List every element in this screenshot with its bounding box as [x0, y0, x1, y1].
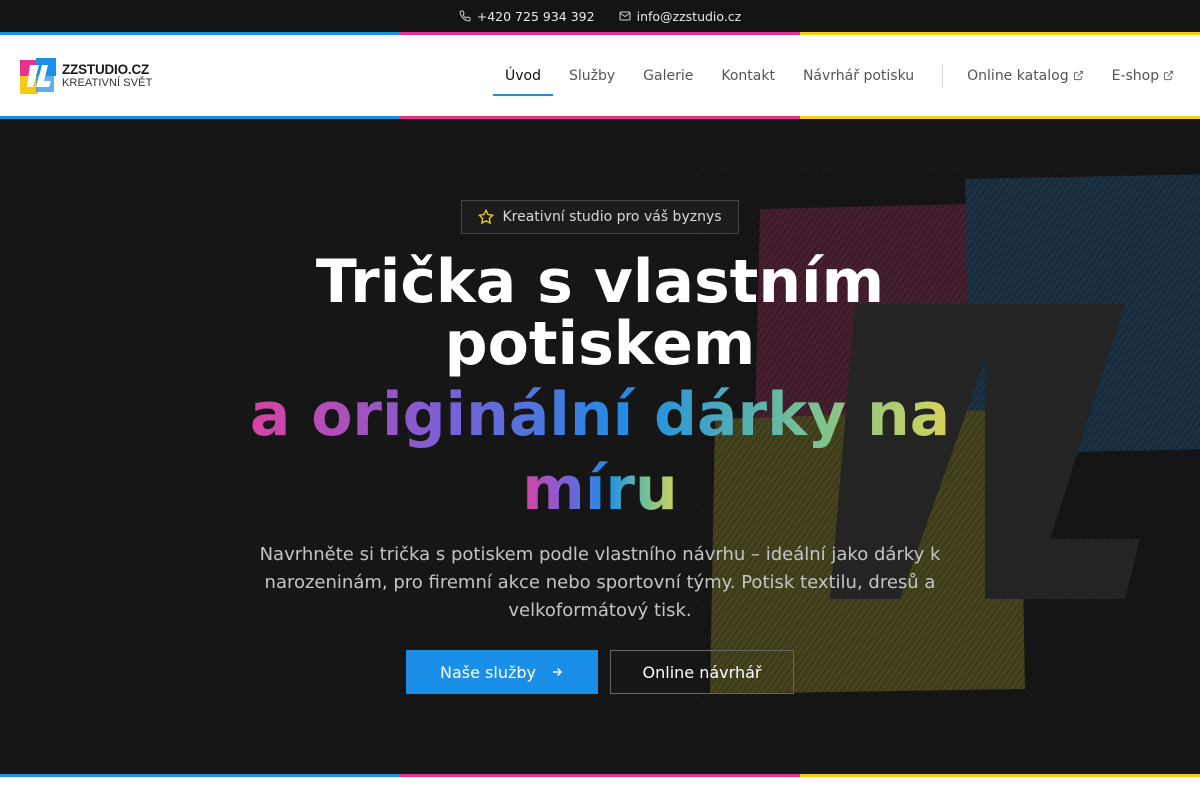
hero-badge-text: Kreativní studio pro váš byznys [502, 209, 722, 225]
top-contact-bar: +420 725 934 392 info@zzstudio.cz [0, 0, 1200, 32]
hero-lead: Navrhněte si trička s potiskem podle vla… [259, 544, 941, 621]
online-designer-button[interactable]: Online návrhář [610, 650, 794, 694]
hero-section: Kreativní studio pro váš byznys Trička s… [0, 119, 1200, 774]
hero-title-accent: a originální dárky na míru [0, 378, 1200, 526]
phone-link[interactable]: +420 725 934 392 [459, 9, 595, 24]
nav-item-galerie[interactable]: Galerie [631, 58, 705, 94]
external-link-icon [1164, 70, 1174, 81]
hero-title-line1: Trička s vlastním [315, 247, 885, 317]
hero-title-line2: potiskem [444, 309, 756, 379]
email-link[interactable]: info@zzstudio.cz [619, 8, 742, 24]
hero-badge: Kreativní studio pro váš byznys [461, 200, 739, 234]
hero-title-accent-line2: míru [522, 454, 678, 524]
nav-item-label: Online katalog [967, 67, 1069, 84]
nav-item-uvod[interactable]: Úvod [493, 58, 553, 96]
nav-item-kontakt[interactable]: Kontakt [709, 58, 787, 94]
nav-item-label: E-shop [1111, 67, 1160, 84]
logo-tagline: KREATIVNÍ SVĚT [62, 76, 153, 89]
nav-item-eshop[interactable]: E-shop [1100, 58, 1187, 94]
mail-icon [619, 11, 631, 21]
main-nav: Úvod Služby Galerie Kontakt Návrhář poti… [493, 35, 1190, 116]
nav-item-sluzby[interactable]: Služby [557, 58, 627, 94]
services-button-label: Naše služby [440, 662, 536, 682]
logo-brand: ZZSTUDIO.CZ [62, 62, 150, 78]
phone-icon [459, 10, 471, 22]
hero-title-accent-line1: a originální dárky na [249, 380, 951, 450]
phone-number: +420 725 934 392 [476, 8, 595, 24]
site-logo[interactable]: ZZSTUDIO.CZ KREATIVNÍ SVĚT [18, 54, 158, 98]
logo-text: ZZSTUDIO.CZ KREATIVNÍ SVĚT [62, 63, 152, 89]
arrow-right-icon [552, 668, 563, 676]
services-button[interactable]: Naše služby [406, 650, 598, 694]
star-icon [478, 209, 495, 225]
nav-item-navrhar-potisku[interactable]: Návrhář potisku [791, 58, 926, 94]
site-header: ZZSTUDIO.CZ KREATIVNÍ SVĚT Úvod Služby G… [0, 35, 1200, 116]
nav-item-online-katalog[interactable]: Online katalog [955, 58, 1095, 94]
email-address: info@zzstudio.cz [636, 8, 742, 24]
logo-mark-icon [20, 58, 56, 94]
hero-title: Trička s vlastním potiskem [0, 251, 1200, 375]
external-link-icon [1073, 70, 1083, 81]
nav-divider [942, 63, 944, 88]
page-below-hero [0, 777, 1200, 800]
